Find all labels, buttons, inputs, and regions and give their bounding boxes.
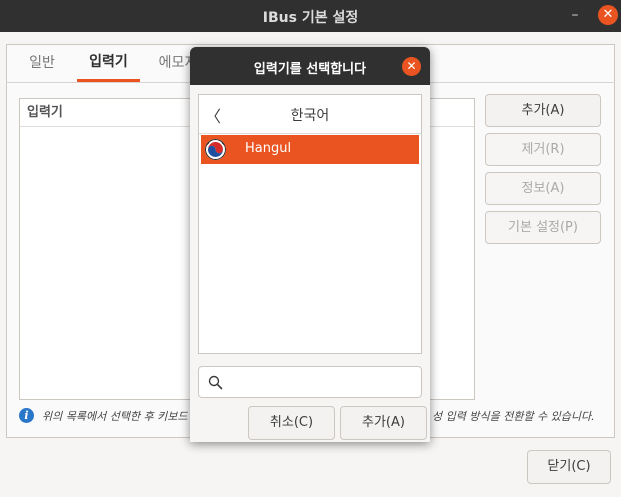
taegeuk-icon — [205, 139, 226, 160]
tab-input-method[interactable]: 입력기 — [77, 44, 140, 82]
search-field[interactable] — [198, 366, 422, 398]
dialog-title: 입력기를 선택합니다 — [253, 62, 367, 77]
list-divider — [199, 133, 421, 134]
window-close-button[interactable]: ✕ — [598, 5, 618, 25]
info-icon: i — [19, 408, 34, 423]
add-button[interactable]: 추가(A) — [485, 94, 601, 127]
cancel-button[interactable]: 취소(C) — [248, 406, 335, 440]
dialog-close-button[interactable]: ✕ — [402, 57, 421, 76]
search-input[interactable] — [231, 372, 411, 392]
dialog-add-button[interactable]: 추가(A) — [340, 406, 427, 440]
preferences-button[interactable]: 기본 설정(P) — [485, 211, 601, 244]
list-item-hangul[interactable]: Hangul — [201, 135, 419, 164]
tab-general[interactable]: 일반 — [18, 44, 66, 82]
main-titlebar: IBus 기본 설정 – ✕ — [0, 0, 621, 32]
close-button[interactable]: 닫기(C) — [527, 450, 611, 484]
list-item-label: Hangul — [245, 141, 292, 156]
info-text-right: 성 입력 방식을 전환할 수 있습니다. — [432, 410, 595, 423]
remove-button[interactable]: 제거(R) — [485, 133, 601, 166]
dialog-titlebar: 입력기를 선택합니다 ✕ — [190, 47, 430, 85]
info-text-left: 위의 목록에서 선택한 후 키보드 — [42, 410, 188, 423]
search-icon — [208, 375, 223, 390]
about-button[interactable]: 정보(A) — [485, 172, 601, 205]
minimize-button[interactable]: – — [566, 6, 584, 24]
window-title: IBus 기본 설정 — [262, 10, 359, 26]
language-title: 한국어 — [290, 108, 330, 124]
language-header[interactable]: 〈 한국어 — [199, 95, 421, 133]
select-input-method-dialog: 입력기를 선택합니다 ✕ 〈 한국어 Hangul 취소(C) 추가(A) — [190, 47, 430, 442]
engine-list: 〈 한국어 Hangul — [198, 94, 422, 354]
